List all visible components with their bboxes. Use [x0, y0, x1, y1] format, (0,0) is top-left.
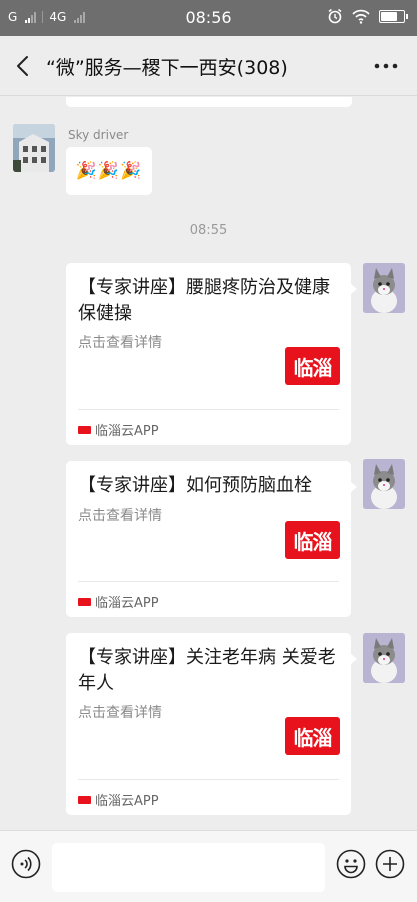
message-input[interactable] [52, 843, 325, 892]
avatar[interactable] [363, 633, 405, 683]
status-bar: G 4G 08:56 [0, 0, 417, 36]
app-logo-icon [78, 425, 91, 434]
more-dots-icon[interactable] [373, 52, 399, 80]
card-title: 【专家讲座】关注老年病 关爱老年人 [78, 647, 336, 694]
card-description: 点击查看详情 [78, 705, 162, 721]
linzi-logo: 临淄 [285, 347, 340, 385]
article-card[interactable]: 【专家讲座】腰腿疼防治及健康保健操 点击查看详情 临淄 临淄云APP [66, 263, 357, 445]
message-list[interactable]: Sky driver 🎉🎉🎉 08:55 【专家讲座】腰腿疼防治及健康保健操 点… [0, 97, 417, 830]
wifi-icon [352, 9, 370, 24]
article-card[interactable]: 【专家讲座】如何预防脑血栓 点击查看详情 临淄 临淄云APP [66, 461, 357, 617]
status-right-icons [327, 8, 408, 24]
card-description: 点击查看详情 [78, 335, 162, 351]
chat-title: “微”服务—稷下一西安(308) [46, 57, 288, 79]
emoji-icon[interactable] [336, 849, 366, 879]
card-source-label: 临淄云APP [95, 794, 159, 809]
avatar[interactable] [13, 124, 55, 172]
plus-icon[interactable] [375, 849, 405, 879]
card-title: 【专家讲座】如何预防脑血栓 [78, 475, 312, 496]
voice-icon[interactable] [11, 849, 41, 879]
card-description: 点击查看详情 [78, 508, 162, 524]
avatar[interactable] [363, 263, 405, 313]
divider [78, 779, 339, 780]
avatar[interactable] [363, 459, 405, 509]
card-thumbnail: 临淄 [285, 335, 340, 397]
card-source: 临淄云APP [78, 790, 159, 809]
app-logo-icon [78, 597, 91, 606]
card-source: 临淄云APP [78, 592, 159, 611]
card-thumbnail: 临淄 [285, 509, 340, 571]
sender-name: Sky driver [68, 128, 129, 142]
party-popper-icon: 🎉🎉🎉 [75, 161, 143, 181]
card-title: 【专家讲座】腰腿疼防治及健康保健操 [78, 277, 330, 324]
emoji-message-bubble[interactable]: 🎉🎉🎉 [66, 147, 152, 195]
card-source-label: 临淄云APP [95, 596, 159, 611]
app-logo-icon [78, 795, 91, 804]
chat-header: “微”服务—稷下一西安(308) [0, 36, 417, 96]
linzi-logo: 临淄 [285, 521, 340, 559]
divider [78, 581, 339, 582]
battery-icon [379, 9, 408, 23]
previous-message-bubble[interactable] [66, 97, 352, 107]
linzi-logo: 临淄 [285, 717, 340, 755]
message-timestamp: 08:55 [189, 223, 228, 238]
input-bar [0, 830, 417, 902]
chevron-left-icon[interactable] [12, 52, 36, 80]
article-card[interactable]: 【专家讲座】关注老年病 关爱老年人 点击查看详情 临淄 临淄云APP [66, 633, 357, 815]
divider [78, 409, 339, 410]
card-source: 临淄云APP [78, 420, 159, 439]
card-thumbnail: 临淄 [285, 705, 340, 767]
alarm-icon [328, 8, 342, 24]
card-source-label: 临淄云APP [95, 424, 159, 439]
